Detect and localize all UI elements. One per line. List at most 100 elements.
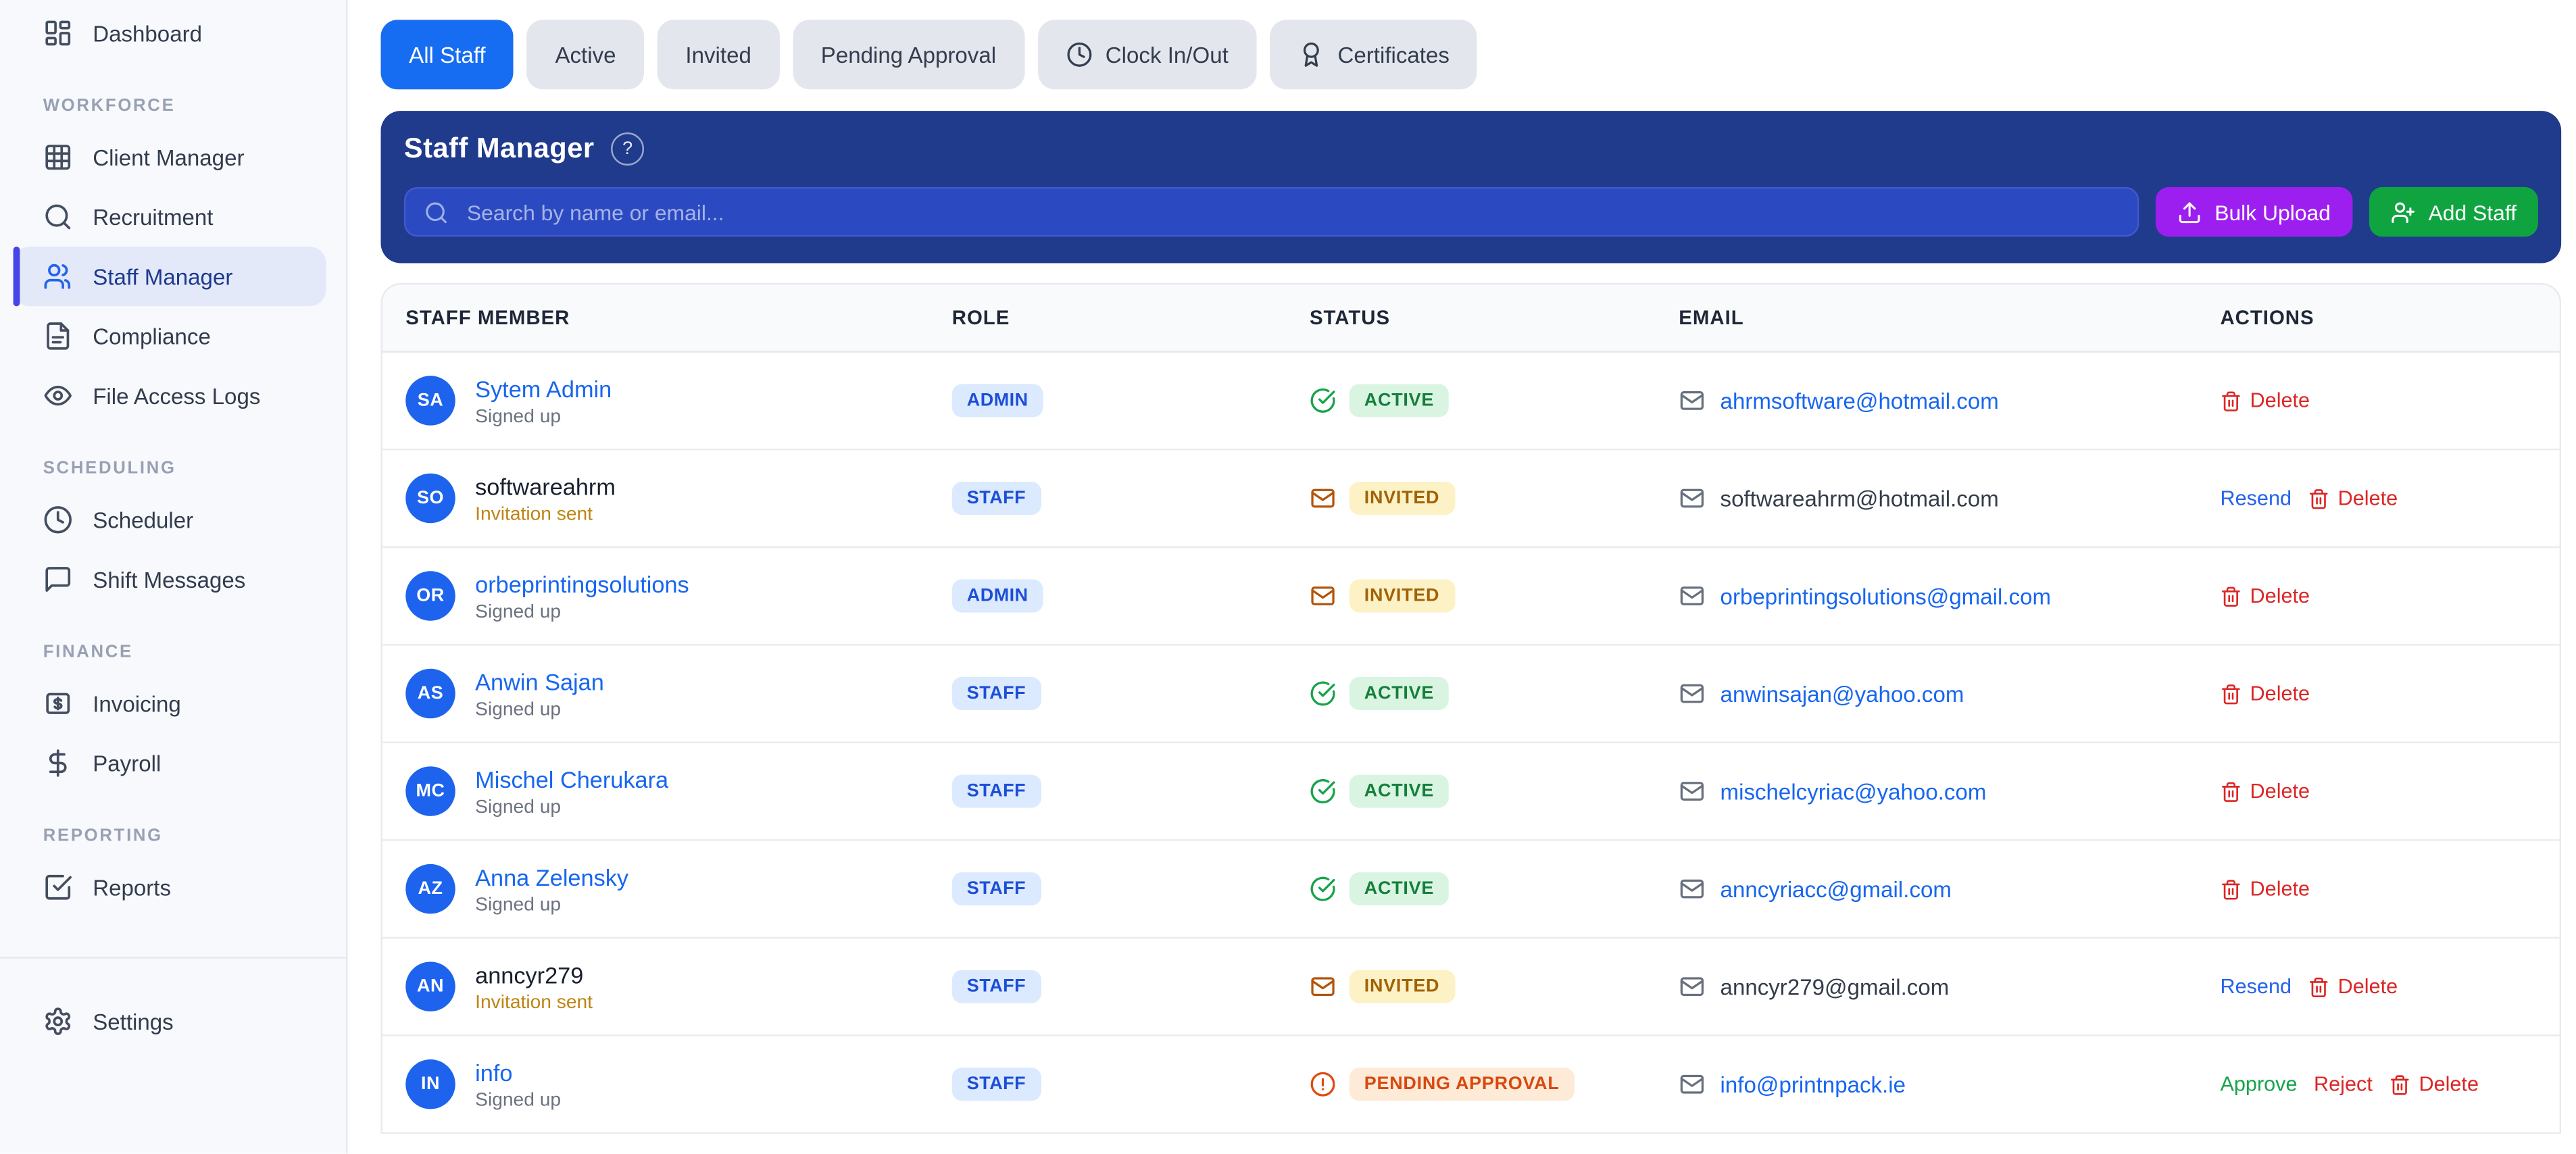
email-link[interactable]: mischelcyriac@yahoo.com [1720,779,1987,804]
staff-name-link[interactable]: Anna Zelensky [475,863,628,890]
sidebar-item-compliance[interactable]: Compliance [0,306,346,366]
sidebar-item-label: Scheduler [93,507,194,532]
avatar: SO [405,473,455,524]
help-icon[interactable]: ? [611,132,645,166]
resend-action[interactable]: Resend [2220,975,2292,998]
table-row: AN anncyr279 Invitation sent STAFF INVIT… [382,938,2560,1036]
resend-action[interactable]: Resend [2220,486,2292,509]
sidebar-item-settings[interactable]: Settings [0,992,346,1051]
sidebar-item-payroll[interactable]: Payroll [0,733,346,793]
sidebar-section-finance: FINANCE [43,642,133,662]
table-row: AS Anwin Sajan Signed up STAFF ACTIVE an… [382,646,2560,744]
avatar: AS [405,668,455,719]
column-header-email: EMAIL [1679,306,1744,330]
sidebar-item-client-manager[interactable]: Client Manager [0,128,346,187]
tab-active[interactable]: Active [526,20,645,90]
staff-name-link[interactable]: Sytem Admin [475,375,612,401]
avatar: IN [405,1059,455,1109]
email-link[interactable]: anncyriacc@gmail.com [1720,876,1952,901]
reject-action[interactable]: Reject [2314,1073,2373,1096]
delete-action[interactable]: Delete [2220,878,2310,901]
trash-icon [2220,780,2241,802]
sidebar-item-file-access-logs[interactable]: File Access Logs [0,366,346,425]
tab-clock-in-out[interactable]: Clock In/Out [1037,20,1257,90]
sidebar-item-label: Settings [93,1009,174,1034]
role-badge: STAFF [951,970,1041,1003]
add-staff-button[interactable]: Add Staff [2369,186,2538,237]
sidebar-item-label: Client Manager [93,145,245,170]
column-header-staff-member: STAFF MEMBER [405,306,570,330]
mail-icon [1679,778,1705,805]
sidebar-item-reports[interactable]: Reports [0,857,346,917]
sidebar-item-recruitment[interactable]: Recruitment [0,187,346,247]
avatar: OR [405,571,455,621]
status-badge: INVITED [1349,579,1455,613]
sidebar: Dashboard WORKFORCE Client Manager Recru… [0,0,348,1154]
staff-name-link[interactable]: Anwin Sajan [475,668,604,695]
status-cell: ACTIVE [1310,774,1679,808]
status-cell: ACTIVE [1310,384,1679,418]
upload-icon [2177,199,2202,224]
email-text: anncyr279@gmail.com [1720,974,1950,999]
check-circle-icon [1310,778,1336,805]
sidebar-item-label: Recruitment [93,204,214,230]
sidebar-item-scheduler[interactable]: Scheduler [0,490,346,549]
email-link[interactable]: anwinsajan@yahoo.com [1720,681,1964,706]
signup-status: Invitation sent [475,992,593,1013]
delete-action[interactable]: Delete [2220,389,2310,412]
status-cell: ACTIVE [1310,872,1679,906]
email-link[interactable]: orbeprintingsolutions@gmail.com [1720,584,2052,609]
trash-icon [2220,878,2241,900]
tab-invited[interactable]: Invited [657,20,780,90]
bulk-upload-button[interactable]: Bulk Upload [2155,186,2352,237]
status-badge: ACTIVE [1349,384,1450,418]
staff-name-link[interactable]: info [475,1059,561,1085]
delete-action[interactable]: Delete [2220,780,2310,803]
sidebar-item-staff-manager[interactable]: Staff Manager [13,247,326,307]
email-link[interactable]: ahrmsoftware@hotmail.com [1720,388,1999,413]
approve-action[interactable]: Approve [2220,1073,2297,1096]
search-input[interactable] [464,197,2119,226]
delete-action[interactable]: Delete [2389,1073,2479,1096]
search-icon [43,202,73,232]
sidebar-section-workforce: WORKFORCE [43,96,176,116]
check-circle-icon [1310,876,1336,902]
trash-icon [2220,390,2241,411]
email-link[interactable]: info@printnpack.ie [1720,1072,1906,1097]
role-badge: STAFF [951,872,1041,906]
email-text: softwareahrm@hotmail.com [1720,486,1999,511]
mail-icon [1679,876,1705,902]
award-icon [1298,41,1324,68]
sidebar-item-label: File Access Logs [93,383,261,408]
eye-icon [43,381,73,411]
sidebar-item-invoicing[interactable]: Invoicing [0,674,346,733]
filter-tabs: All Staff Active Invited Pending Approva… [380,20,2562,90]
status-badge: INVITED [1349,481,1455,515]
delete-action[interactable]: Delete [2308,975,2398,998]
receipt-icon [43,688,73,718]
signup-status: Signed up [475,797,562,818]
tab-certificates[interactable]: Certificates [1270,20,1478,90]
sidebar-item-label: Invoicing [93,691,181,716]
clock-icon [1066,41,1092,68]
delete-action[interactable]: Delete [2308,486,2398,510]
tab-all-staff[interactable]: All Staff [380,20,514,90]
sidebar-item-dashboard[interactable]: Dashboard [0,3,346,63]
delete-action[interactable]: Delete [2220,584,2310,607]
sidebar-item-label: Compliance [93,323,211,349]
role-badge: STAFF [951,774,1041,808]
sidebar-item-label: Staff Manager [93,264,233,289]
status-cell: INVITED [1310,970,1679,1003]
column-header-actions: ACTIONS [2220,306,2314,330]
delete-action[interactable]: Delete [2220,682,2310,705]
clock-icon [43,505,73,534]
trash-icon [2220,585,2241,607]
table-row: IN info Signed up STAFF PENDING APPROVAL… [382,1036,2560,1134]
tab-pending-approval[interactable]: Pending Approval [793,20,1024,90]
staff-name-link[interactable]: Mischel Cherukara [475,766,668,792]
staff-manager-panel: Staff Manager ? Bulk Upload Add Staff [380,111,2562,264]
sidebar-item-shift-messages[interactable]: Shift Messages [0,549,346,609]
message-icon [43,564,73,594]
staff-name-link[interactable]: orbeprintingsolutions [475,570,689,597]
search-icon [424,199,449,224]
